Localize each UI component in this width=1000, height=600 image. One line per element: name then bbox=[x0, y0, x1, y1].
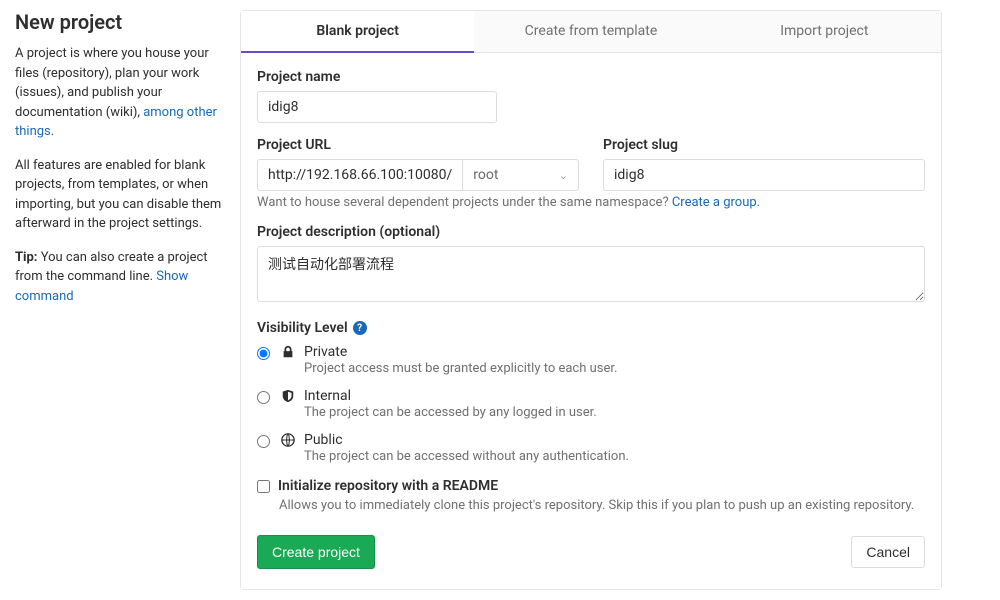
tab-blank-project[interactable]: Blank project bbox=[241, 11, 474, 53]
project-name-input[interactable] bbox=[257, 91, 497, 123]
visibility-private-desc: Project access must be granted explicitl… bbox=[304, 361, 617, 376]
readme-label: Initialize repository with a README bbox=[278, 478, 498, 494]
create-group-link[interactable]: Create a group. bbox=[672, 195, 760, 210]
namespace-select[interactable]: root ⌄ bbox=[462, 159, 579, 191]
sidebar-desc-1: A project is where you house your files … bbox=[15, 44, 225, 142]
project-name-label: Project name bbox=[257, 69, 925, 85]
project-url-prefix: http://192.168.66.100:10080/ bbox=[257, 159, 462, 191]
visibility-public-label: Public bbox=[304, 432, 629, 448]
create-project-button[interactable]: Create project bbox=[257, 535, 375, 569]
tab-create-from-template[interactable]: Create from template bbox=[474, 11, 707, 52]
visibility-internal-label: Internal bbox=[304, 388, 597, 404]
project-desc-textarea[interactable] bbox=[257, 246, 925, 302]
sidebar-tip: Tip: You can also create a project from … bbox=[15, 248, 225, 307]
visibility-public-radio[interactable] bbox=[257, 435, 270, 448]
main-panel: Blank project Create from template Impor… bbox=[240, 10, 942, 590]
namespace-hint: Want to house several dependent projects… bbox=[257, 195, 925, 210]
shield-icon bbox=[280, 389, 296, 403]
visibility-internal-radio[interactable] bbox=[257, 391, 270, 404]
namespace-selected: root bbox=[473, 167, 498, 183]
project-slug-input[interactable] bbox=[603, 159, 925, 191]
visibility-private-radio[interactable] bbox=[257, 347, 270, 360]
sidebar: New project A project is where you house… bbox=[0, 10, 240, 590]
chevron-down-icon: ⌄ bbox=[559, 169, 568, 182]
lock-icon bbox=[280, 345, 296, 359]
globe-icon bbox=[280, 433, 296, 447]
visibility-public-desc: The project can be accessed without any … bbox=[304, 449, 629, 464]
help-icon[interactable]: ? bbox=[353, 321, 367, 335]
visibility-private-label: Private bbox=[304, 344, 617, 360]
cancel-button[interactable]: Cancel bbox=[851, 536, 925, 568]
tab-import-project[interactable]: Import project bbox=[708, 11, 941, 52]
visibility-label: Visibility Level bbox=[257, 320, 348, 336]
tabs: Blank project Create from template Impor… bbox=[241, 11, 941, 53]
project-desc-label: Project description (optional) bbox=[257, 224, 925, 240]
visibility-internal-desc: The project can be accessed by any logge… bbox=[304, 405, 597, 420]
sidebar-desc-2: All features are enabled for blank proje… bbox=[15, 156, 225, 234]
project-url-label: Project URL bbox=[257, 137, 579, 153]
project-slug-label: Project slug bbox=[603, 137, 925, 153]
form-area: Project name Project URL http://192.168.… bbox=[241, 53, 941, 589]
readme-checkbox[interactable] bbox=[257, 480, 270, 493]
page-title: New project bbox=[15, 10, 225, 34]
